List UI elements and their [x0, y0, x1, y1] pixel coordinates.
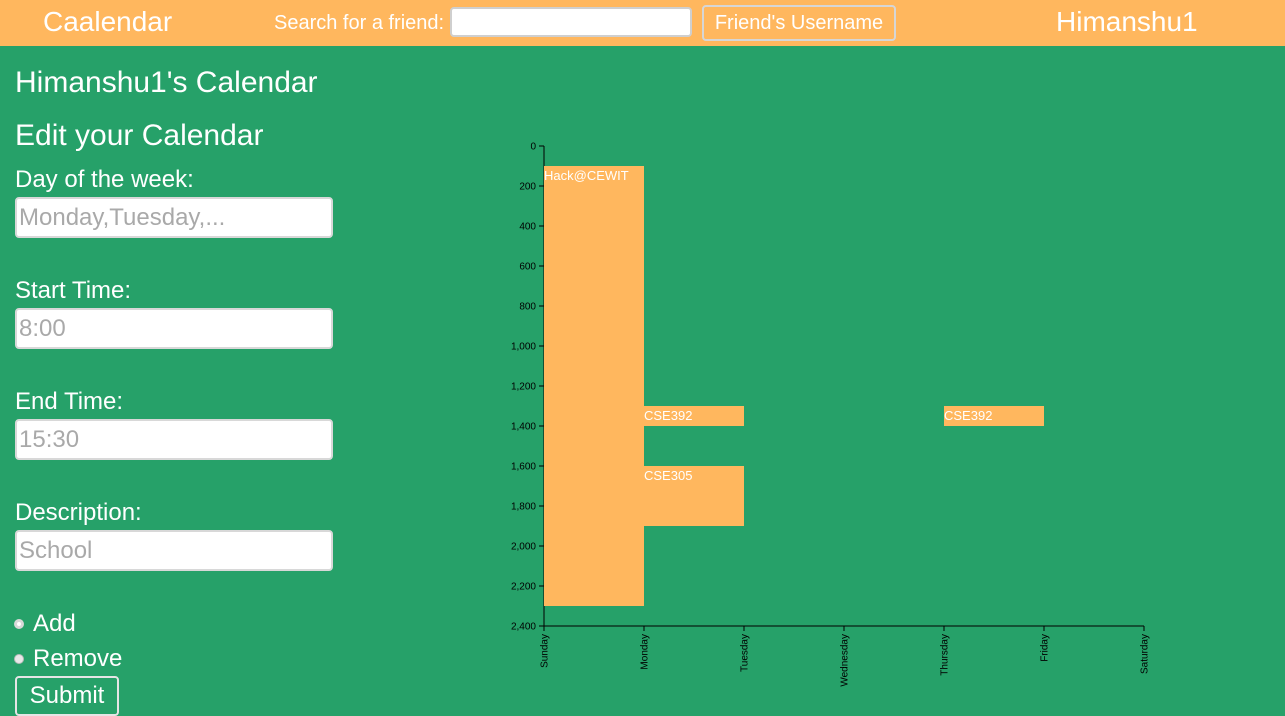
- weekly-calendar-chart: 0 200 400 600 800 1,000 1,200 1,400 1,600 1,800 2,…: [511, 142, 1151, 687]
- y-tick-label: 1,200: [511, 382, 536, 393]
- event-label: CSE392: [644, 408, 692, 423]
- x-tick-label: Tuesday: [740, 634, 751, 672]
- y-tick-label: 400: [519, 222, 536, 233]
- y-tick-label: 1,800: [511, 502, 536, 513]
- x-tick-label: Saturday: [1140, 634, 1151, 674]
- event-label: CSE305: [644, 468, 692, 483]
- y-tick-label: 600: [519, 262, 536, 273]
- event-label: CSE392: [944, 408, 992, 423]
- y-tick-label: 1,000: [511, 342, 536, 353]
- y-tick-label: 1,400: [511, 422, 536, 433]
- y-tick-label: 0: [530, 142, 536, 153]
- y-tick-label: 2,000: [511, 542, 536, 553]
- y-tick-label: 200: [519, 182, 536, 193]
- y-tick-label: 2,400: [511, 622, 536, 633]
- x-tick-label: Friday: [1040, 634, 1051, 662]
- y-tick-label: 1,600: [511, 462, 536, 473]
- y-tick-label: 2,200: [511, 582, 536, 593]
- x-tick-label: Thursday: [940, 634, 951, 676]
- x-tick-label: Wednesday: [840, 634, 851, 687]
- y-tick-label: 800: [519, 302, 536, 313]
- x-tick-label: Sunday: [540, 634, 551, 668]
- x-tick-label: Monday: [640, 634, 651, 670]
- event-bar[interactable]: [544, 166, 644, 606]
- event-label: Hack@CEWIT: [544, 168, 629, 183]
